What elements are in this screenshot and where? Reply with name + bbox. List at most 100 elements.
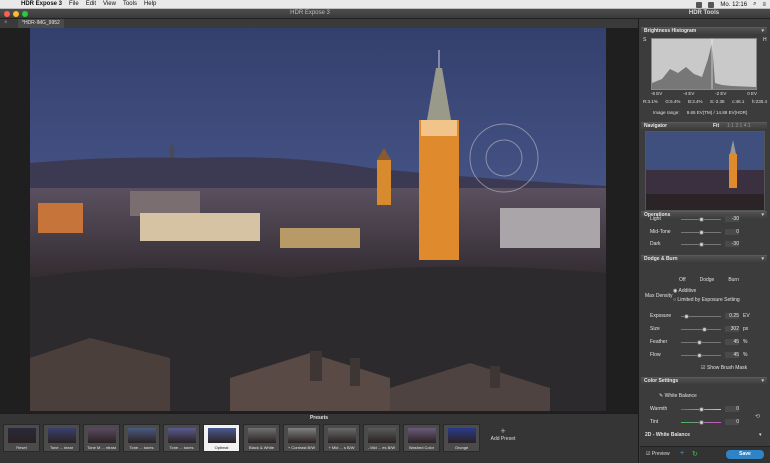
collapse-caret-icon[interactable]: ▾ bbox=[761, 28, 764, 34]
menu-view[interactable]: View bbox=[103, 1, 116, 7]
add-preset-label: Add Preset bbox=[490, 436, 516, 442]
feather-value[interactable]: 45 bbox=[725, 339, 739, 345]
spotlight-icon[interactable]: ⌕ bbox=[753, 1, 756, 8]
wifi-icon[interactable] bbox=[696, 1, 703, 8]
fit-button[interactable]: Fit bbox=[713, 123, 719, 129]
preset-name: Tone ... tones bbox=[169, 445, 194, 450]
dodge-burn-mode: Off Dodge Burn bbox=[679, 277, 769, 283]
tint-value[interactable]: 0 bbox=[725, 419, 739, 425]
radio-icon[interactable]: ○ bbox=[673, 297, 676, 303]
menu-edit[interactable]: Edit bbox=[86, 1, 96, 7]
histogram-header[interactable]: Brightness Histogram ▾ bbox=[641, 27, 767, 34]
slider-knob[interactable] bbox=[699, 242, 704, 247]
preset-thumbnail bbox=[288, 428, 316, 443]
preset-tile[interactable]: Tone ... inear bbox=[43, 424, 80, 452]
stat-r: R:3.1% bbox=[643, 99, 658, 104]
option-additive[interactable]: ◉ Additive bbox=[673, 288, 696, 294]
unit-label: % bbox=[743, 352, 748, 358]
mode-off[interactable]: Off bbox=[679, 277, 686, 283]
preset-tile[interactable]: Washed Color bbox=[403, 424, 440, 452]
slider-knob[interactable] bbox=[702, 327, 707, 332]
photo-render bbox=[30, 28, 606, 411]
ev-label: 0 EV bbox=[747, 91, 757, 96]
row-label: Mid-Tone bbox=[650, 229, 671, 235]
checkbox-checked-icon[interactable]: ☑ bbox=[701, 365, 705, 371]
eyedropper-icon[interactable]: ✎ bbox=[659, 393, 663, 399]
preset-name: Tone ... inear bbox=[49, 445, 74, 450]
add-icon[interactable]: + bbox=[680, 450, 684, 457]
warmth-value[interactable]: 0 bbox=[725, 406, 739, 412]
slider-knob[interactable] bbox=[699, 407, 704, 412]
menu-help[interactable]: Help bbox=[144, 1, 156, 7]
option-limited[interactable]: ○ Limited by Exposure Setting bbox=[673, 297, 740, 303]
preset-tile[interactable]: Grunge bbox=[443, 424, 480, 452]
white-balance-label: White Balance bbox=[664, 393, 697, 399]
row-label: Size bbox=[650, 326, 660, 332]
unit-label: px bbox=[743, 326, 749, 332]
battery-icon[interactable] bbox=[708, 1, 715, 8]
menu-tools[interactable]: Tools bbox=[123, 1, 137, 7]
preview-toggle[interactable]: ☑ Preview bbox=[646, 451, 670, 457]
radio-selected-icon[interactable]: ◉ bbox=[673, 288, 677, 294]
collapse-caret-icon[interactable]: ▾ bbox=[761, 256, 764, 262]
flow-value[interactable]: 45 bbox=[725, 352, 739, 358]
image-canvas[interactable] bbox=[0, 28, 638, 413]
preset-thumbnail bbox=[448, 428, 476, 443]
preset-tile[interactable]: + Contrast B/W bbox=[283, 424, 320, 452]
mode-burn[interactable]: Burn bbox=[728, 277, 739, 283]
white-balance-2d-header[interactable]: 2D - White Balance bbox=[645, 432, 690, 438]
row-label: Feather bbox=[650, 339, 668, 345]
add-preset-button[interactable]: + Add Preset bbox=[486, 426, 520, 456]
preset-thumbnail bbox=[368, 428, 396, 443]
collapse-caret-icon[interactable]: ▾ bbox=[761, 378, 764, 384]
operation-row-dark: Dark -30 bbox=[641, 240, 767, 249]
preset-thumbnail bbox=[248, 428, 276, 443]
slider-knob[interactable] bbox=[699, 420, 704, 425]
exposure-value[interactable]: 0.25 bbox=[725, 313, 739, 319]
hdr-photo[interactable] bbox=[30, 28, 606, 411]
navigator-title: Navigator bbox=[644, 123, 668, 129]
midtone-value[interactable]: 0 bbox=[725, 229, 739, 235]
preset-tile[interactable]: Optimal bbox=[203, 424, 240, 452]
checkbox-checked-icon[interactable]: ☑ bbox=[646, 451, 650, 457]
preset-tile[interactable]: + Mid ... s B/W bbox=[323, 424, 360, 452]
navigator-header[interactable]: Navigator Fit 1:1 2:1 4:1 bbox=[641, 122, 767, 129]
slider-knob[interactable] bbox=[697, 353, 702, 358]
navigator-thumbnail[interactable] bbox=[645, 131, 765, 211]
slider-knob[interactable] bbox=[697, 340, 702, 345]
color-settings-header[interactable]: Color Settings ▾ bbox=[641, 377, 767, 384]
close-tab-icon[interactable]: × bbox=[4, 20, 8, 26]
white-balance-row[interactable]: ✎ White Balance bbox=[659, 393, 697, 399]
save-button[interactable]: Save bbox=[726, 450, 764, 459]
collapse-caret-icon[interactable]: ▾ bbox=[759, 432, 762, 438]
reset-icon[interactable]: ⟲ bbox=[755, 413, 760, 420]
list-icon[interactable]: ≡ bbox=[762, 2, 766, 8]
preset-tile[interactable]: Tone ... tones bbox=[163, 424, 200, 452]
light-value[interactable]: -30 bbox=[725, 216, 739, 222]
document-tab[interactable]: *HDR-IMG_9952 bbox=[18, 19, 64, 28]
preset-tile[interactable]: Tone ... tones bbox=[123, 424, 160, 452]
dodge-burn-header[interactable]: Dodge & Burn ▾ bbox=[641, 255, 767, 262]
size-slider[interactable] bbox=[681, 329, 721, 330]
size-value[interactable]: 302 bbox=[725, 326, 739, 332]
show-brush-mask[interactable]: ☑ Show Brush Mask bbox=[701, 365, 747, 371]
window-titlebar: HDR Expose 3 HDR Tools bbox=[0, 9, 770, 19]
slider-knob[interactable] bbox=[699, 230, 704, 235]
refresh-icon[interactable]: ↻ bbox=[692, 450, 698, 458]
histogram-title: Brightness Histogram bbox=[644, 28, 697, 34]
preset-tile[interactable]: Tone M ... ntrast bbox=[83, 424, 120, 452]
menu-app-name[interactable]: HDR Expose 3 bbox=[21, 1, 62, 7]
preset-tile[interactable]: - Mid ... es B/W bbox=[363, 424, 400, 452]
slider-knob[interactable] bbox=[684, 314, 689, 319]
clock[interactable]: Mo. 12:16 bbox=[720, 2, 747, 8]
slider-knob[interactable] bbox=[699, 217, 704, 222]
plus-icon: + bbox=[500, 426, 506, 436]
tools-panel-title: HDR Tools bbox=[688, 10, 720, 16]
preset-tile[interactable]: Reset bbox=[3, 424, 40, 452]
mode-dodge[interactable]: Dodge bbox=[700, 277, 715, 283]
menu-file[interactable]: File bbox=[69, 1, 79, 7]
dark-value[interactable]: -30 bbox=[725, 241, 739, 247]
preset-name: Reset bbox=[16, 445, 27, 450]
zoom-levels[interactable]: 1:1 2:1 4:1 bbox=[727, 123, 751, 129]
preset-tile[interactable]: Black & White bbox=[243, 424, 280, 452]
